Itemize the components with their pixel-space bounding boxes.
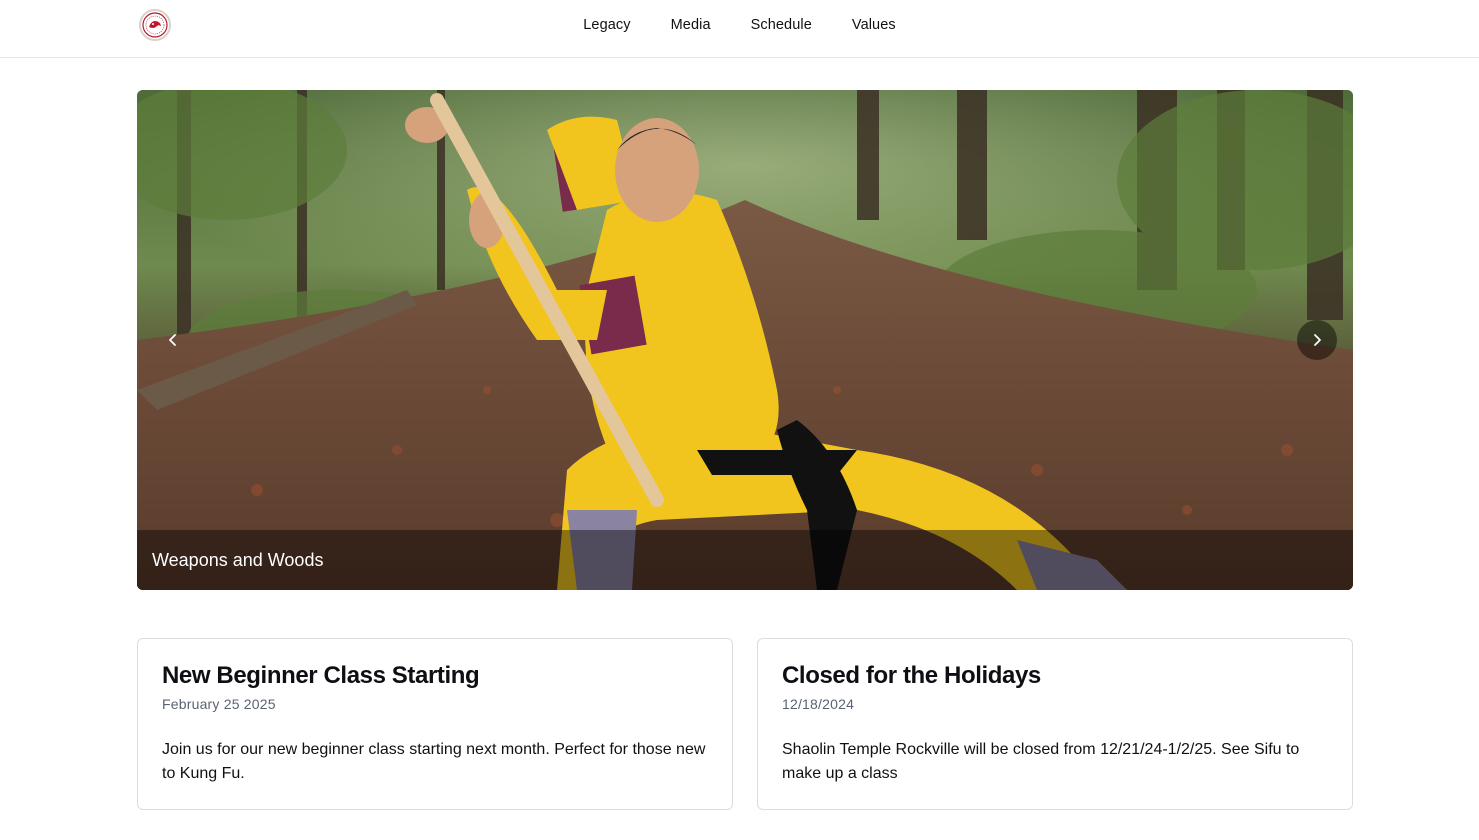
card-title: Closed for the Holidays	[782, 662, 1041, 689]
card-body: Join us for our new beginner class start…	[162, 741, 706, 782]
hero-image	[137, 90, 1353, 590]
card-body: Shaolin Temple Rockville will be closed …	[782, 741, 1300, 782]
news-card-beginner-class[interactable]: New Beginner Class Starting February 25 …	[137, 638, 733, 810]
main-nav: Legacy Media Schedule Values	[0, 0, 1479, 50]
carousel-next-button[interactable]	[1297, 320, 1337, 360]
nav-schedule[interactable]: Schedule	[731, 17, 832, 33]
carousel-prev-button[interactable]	[153, 320, 193, 360]
news-card-holidays[interactable]: Closed for the Holidays 12/18/2024 Shaol…	[757, 638, 1353, 810]
card-date: 12/18/2024	[782, 696, 855, 712]
slide-caption: Weapons and Woods	[152, 550, 324, 570]
nav-legacy[interactable]: Legacy	[563, 17, 650, 33]
hero-carousel: Weapons and Woods	[137, 90, 1353, 590]
chevron-left-icon	[169, 334, 176, 346]
nav-values[interactable]: Values	[832, 17, 916, 33]
nav-media[interactable]: Media	[651, 17, 731, 33]
card-date: February 25 2025	[162, 696, 276, 712]
card-title: New Beginner Class Starting	[162, 662, 480, 689]
site-header: Legacy Media Schedule Values	[0, 0, 1479, 58]
chevron-right-icon	[1314, 334, 1321, 346]
